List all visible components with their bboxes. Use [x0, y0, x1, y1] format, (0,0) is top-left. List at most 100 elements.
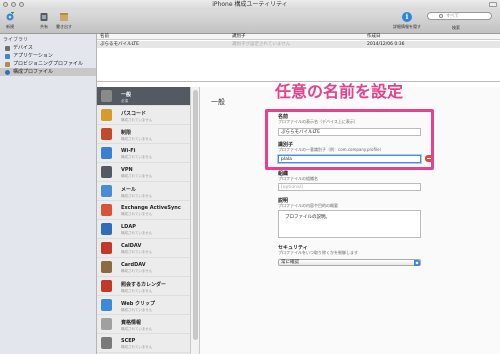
- profile-identifier-cell: 識別子が設定されていません: [232, 42, 291, 47]
- sidebar-item-label: 構成プロファイル: [13, 69, 54, 75]
- sidebar-item-label: プロビジョニングプロファイル: [13, 61, 84, 67]
- export-button[interactable]: 書き出す: [54, 11, 74, 30]
- table-header: 名前 識別子 作成日: [97, 34, 500, 40]
- subscribed-calendar-icon: [101, 280, 112, 292]
- credentials-icon: [101, 318, 112, 330]
- search-input[interactable]: すべて: [427, 12, 492, 20]
- ldap-icon: [101, 223, 112, 235]
- payload-item[interactable]: 資格情報 構成されていません: [97, 315, 190, 334]
- exchange-icon: [101, 204, 112, 216]
- payload-title: 資格情報: [121, 320, 142, 326]
- annotation-text: 任意の名前を設定: [275, 82, 404, 101]
- search-icon: [439, 14, 443, 18]
- payload-title: 制限: [121, 130, 132, 136]
- payload-scrollbar[interactable]: [191, 87, 200, 354]
- payload-item[interactable]: 制限 構成されていません: [97, 125, 190, 144]
- app-icon: [5, 53, 10, 59]
- payload-item[interactable]: VPN 構成されていません: [97, 163, 190, 182]
- column-header-identifier[interactable]: 識別子: [232, 34, 246, 40]
- zoom-window-button[interactable]: [19, 2, 24, 7]
- export-box-icon: [60, 13, 68, 21]
- payload-item[interactable]: LDAP 構成されていません: [97, 220, 190, 239]
- minimize-window-button[interactable]: [11, 2, 16, 7]
- webclip-icon: [101, 299, 112, 311]
- payload-title: CardDAV: [121, 262, 146, 268]
- payload-status: 構成されていません: [121, 345, 153, 349]
- payload-status: 構成されていません: [121, 174, 153, 178]
- section-title: 一般: [211, 98, 225, 106]
- chevron-updown-icon: ◆: [414, 260, 420, 266]
- payload-item[interactable]: Exchange ActiveSync 構成されていません: [97, 201, 190, 220]
- payload-title: Web クリップ: [121, 301, 156, 307]
- profile-created-cell: 2014/12/06 0:36: [367, 42, 405, 47]
- vpn-icon: [101, 166, 112, 178]
- sidebar-item-configuration-profiles[interactable]: 構成プロファイル: [0, 68, 96, 76]
- payload-title: 一般: [121, 92, 132, 98]
- new-label: 新規: [6, 24, 14, 29]
- payload-status: 構成されていません: [121, 250, 153, 254]
- table-row[interactable]: ぷらるモバイルLTE 識別子が設定されていません 2014/12/06 0:36: [97, 41, 500, 48]
- sidebar-item-label: デバイス: [13, 45, 33, 51]
- profile-name-cell: ぷらるモバイルLTE: [100, 42, 139, 47]
- column-header-created[interactable]: 作成日: [367, 34, 381, 40]
- share-icon: [40, 13, 48, 21]
- device-icon: [5, 45, 10, 51]
- payload-item[interactable]: Web クリップ 構成されていません: [97, 296, 190, 315]
- payload-scrollbar-thumb[interactable]: [193, 90, 198, 340]
- payload-title: SCEP: [121, 338, 136, 344]
- payload-item[interactable]: 照会するカレンダー 構成されていません: [97, 277, 190, 296]
- key-icon: [101, 109, 112, 121]
- payload-status: 構成されていません: [121, 118, 153, 122]
- organization-field[interactable]: [optional]: [278, 183, 421, 191]
- profile-table: 名前 識別子 作成日 ぷらるモバイルLTE 識別子が設定されていません 2014…: [97, 34, 500, 82]
- scep-icon: [101, 337, 112, 349]
- payload-status: 構成されていません: [121, 289, 153, 293]
- payload-item[interactable]: CalDAV 構成されていません: [97, 239, 190, 258]
- payload-title: パスコード: [121, 111, 147, 117]
- toolbar-toggle-button[interactable]: [489, 2, 497, 7]
- payload-item[interactable]: SCEP 構成されていません: [97, 334, 190, 353]
- payload-title: LDAP: [121, 224, 136, 230]
- close-window-button[interactable]: [3, 2, 8, 7]
- library-heading: ライブラリ: [3, 37, 29, 43]
- column-header-name[interactable]: 名前: [100, 34, 109, 40]
- payload-status: 構成されていません: [121, 137, 153, 141]
- payload-item[interactable]: パスコード 構成されていません: [97, 106, 190, 125]
- payload-title: Exchange ActiveSync: [121, 205, 181, 211]
- mail-icon: [101, 185, 112, 197]
- payload-status: 構成されていません: [121, 231, 153, 235]
- general-icon: [101, 90, 112, 102]
- payload-title: CalDAV: [121, 243, 142, 249]
- sidebar-item-devices[interactable]: デバイス: [0, 44, 96, 52]
- export-label: 書き出す: [56, 24, 72, 29]
- payload-status: 構成されていません: [121, 194, 153, 198]
- search-label: 検索: [452, 25, 460, 30]
- share-label: 共有: [40, 24, 48, 29]
- payload-status: 構成されていません: [121, 212, 153, 216]
- payload-item[interactable]: 一般 必須: [97, 87, 190, 106]
- security-description: プロファイルをいつ取り除くかを制御します: [278, 250, 358, 255]
- description-field[interactable]: プロファイルの説明。: [278, 210, 421, 238]
- hide-details-button[interactable]: i 詳細情報を隠す: [393, 11, 421, 30]
- payload-title: 照会するカレンダー: [121, 282, 167, 288]
- payload-status: 構成されていません: [121, 155, 153, 159]
- library-sidebar: ライブラリ デバイス アプリケーション プロビジョニングプロファイル 構成プロフ…: [0, 34, 97, 354]
- new-button[interactable]: 新規: [0, 11, 20, 30]
- payload-item[interactable]: メール 構成されていません: [97, 182, 190, 201]
- payload-item[interactable]: Wi-Fi 構成されていません: [97, 144, 190, 163]
- wifi-icon: [101, 147, 112, 159]
- restrictions-icon: [101, 128, 112, 140]
- hide-details-label: 詳細情報を隠す: [393, 24, 421, 29]
- security-select[interactable]: 常に確認 ◆: [278, 259, 421, 266]
- window-title: iPhone 構成ユーティリティ: [212, 1, 288, 8]
- sidebar-item-applications[interactable]: アプリケーション: [0, 52, 96, 60]
- payload-status: 構成されていません: [121, 308, 153, 312]
- payload-item[interactable]: CardDAV 構成されていません: [97, 258, 190, 277]
- payload-status: 必須: [121, 99, 128, 103]
- contacts-icon: [101, 261, 112, 273]
- certificate-icon: [5, 61, 10, 67]
- share-button[interactable]: 共有: [34, 11, 54, 30]
- toolbar: 新規 共有 書き出す i 詳細情報を隠す すべて 検索: [0, 10, 500, 34]
- info-icon: i: [402, 12, 412, 22]
- sidebar-item-provisioning-profiles[interactable]: プロビジョニングプロファイル: [0, 60, 96, 68]
